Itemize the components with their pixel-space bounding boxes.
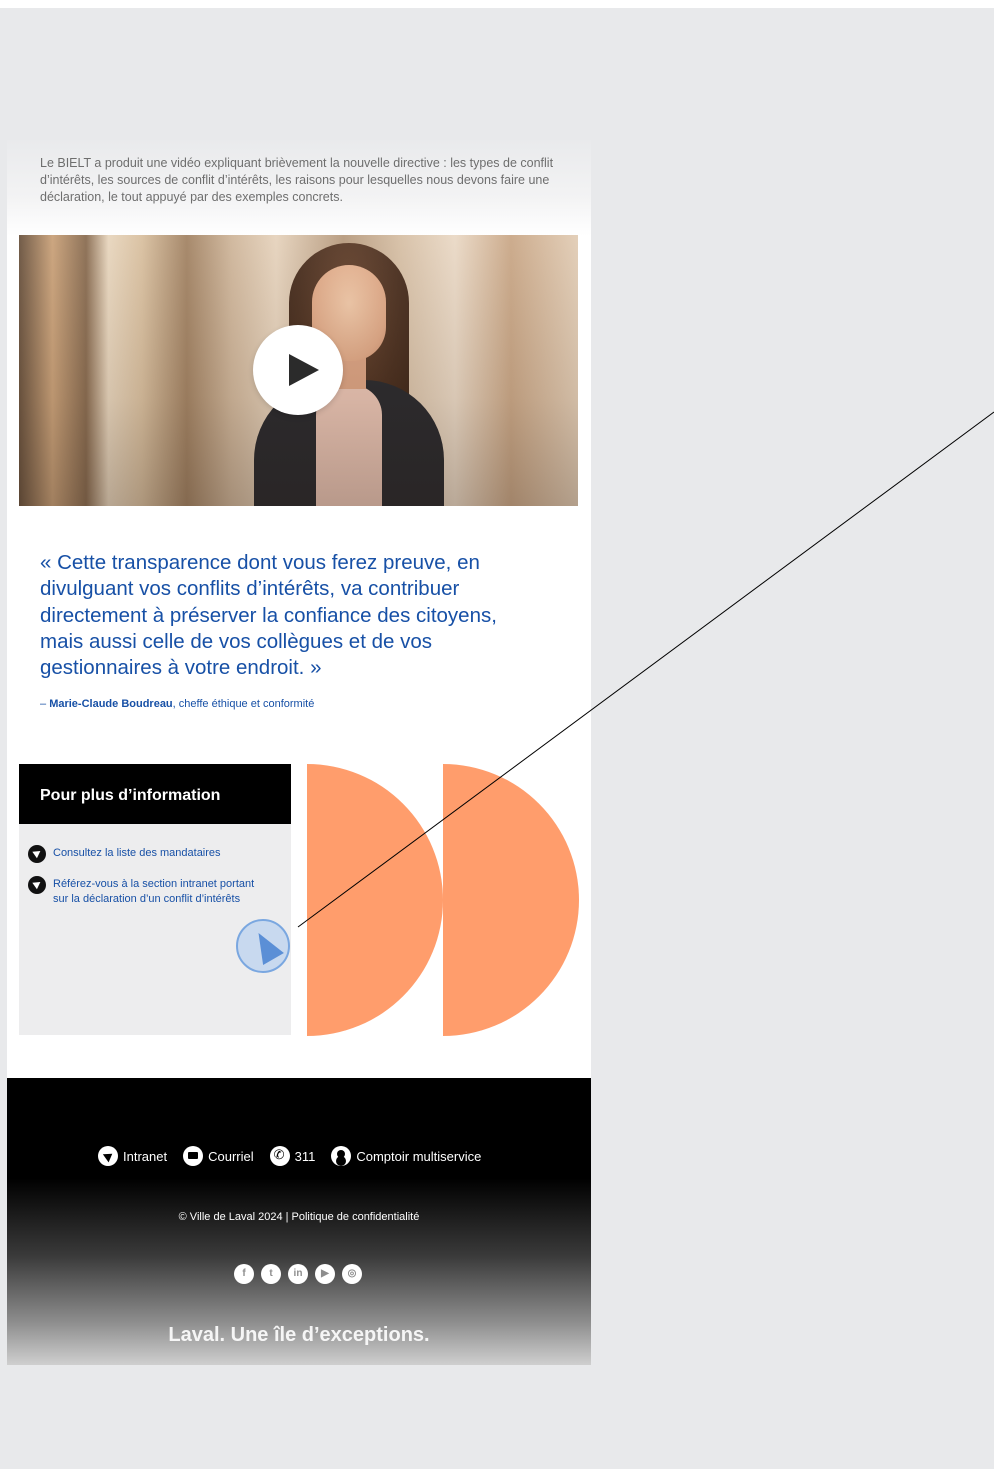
intranet-section-link-label[interactable]: Référez-vous à la section intranet porta… (53, 877, 268, 907)
footer-link-intranet[interactable]: Intranet (98, 1146, 167, 1166)
instagram-icon[interactable]: ◎ (342, 1264, 362, 1284)
cursor-icon (28, 876, 46, 894)
twitter-icon[interactable]: t (261, 1264, 281, 1284)
phone-icon (269, 1146, 290, 1166)
footer-link-comptoir-label[interactable]: Comptoir multiservice (356, 1149, 481, 1164)
mandataires-link[interactable]: Consultez la liste des mandataires (28, 845, 221, 864)
mouse-cursor-indicator (236, 919, 290, 973)
footer-copyright[interactable]: © Ville de Laval 2024 | Politique de con… (7, 1211, 591, 1223)
top-strip (0, 0, 994, 8)
linkedin-icon[interactable]: in (288, 1264, 308, 1284)
footer-nav: Intranet Courriel 311 Comptoir multiserv… (98, 1146, 497, 1166)
footer-tagline: Laval. Une île d’exceptions. (168, 1324, 430, 1346)
footer-link-311[interactable]: 311 (269, 1146, 316, 1166)
pull-quote: « Cette transparence dont vous ferez pre… (40, 551, 497, 680)
facebook-icon[interactable]: f (234, 1264, 254, 1284)
cursor-icon (28, 845, 46, 863)
footer-link-comptoir[interactable]: Comptoir multiservice (331, 1146, 481, 1166)
quote-author-role: , cheffe éthique et conformité (172, 698, 315, 710)
quote-author: Marie-Claude Boudreau (49, 698, 173, 710)
user-icon (331, 1146, 352, 1166)
intro-text: Le BIELT a produit une vidéo expliquant … (7, 140, 591, 236)
youtube-icon[interactable]: ▶ (315, 1264, 335, 1284)
social-links: f t in ▶ ◎ (234, 1264, 369, 1284)
intranet-section-link[interactable]: Référez-vous à la section intranet porta… (28, 876, 268, 907)
more-info-title: Pour plus d’information (19, 764, 291, 824)
play-icon[interactable] (253, 325, 343, 415)
footer: Intranet Courriel 311 Comptoir multiserv… (7, 1078, 591, 1365)
footer-link-courriel[interactable]: Courriel (183, 1146, 254, 1166)
newsletter-email: Le BIELT a produit une vidéo expliquant … (7, 140, 591, 1365)
pointer-arrow-icon (248, 927, 284, 965)
video-thumbnail[interactable] (19, 235, 578, 506)
quote-attribution: – Marie-Claude Boudreau, cheffe éthique … (40, 698, 314, 710)
mail-icon (183, 1146, 204, 1166)
attribution-dash: – (40, 698, 50, 710)
mandataires-link-label[interactable]: Consultez la liste des mandataires (53, 846, 221, 864)
decorative-half-circles (307, 764, 579, 1036)
half-circle-right (443, 764, 579, 1036)
footer-link-311-label[interactable]: 311 (295, 1149, 316, 1164)
footer-link-courriel-label[interactable]: Courriel (208, 1149, 254, 1164)
cursor-icon (98, 1146, 118, 1166)
half-circle-left (307, 764, 443, 1036)
footer-link-intranet-label[interactable]: Intranet (123, 1149, 167, 1164)
